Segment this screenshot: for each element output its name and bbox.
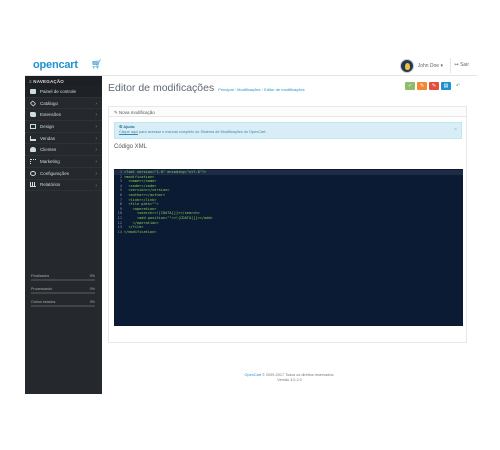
sidebar-item-settings[interactable]: Configurações ›: [25, 168, 102, 180]
footer-copyright: © 2009-2017 Todos os direitos reservados…: [261, 373, 335, 377]
footer-brand-link[interactable]: OpenCart: [245, 373, 261, 377]
nav-heading: ≡ NAVEGAÇÃO: [25, 76, 102, 86]
share-icon: [30, 158, 36, 164]
top-bar: opencart 🛒︎ John Doe ▾ ↦ Sair: [25, 55, 477, 76]
order-stats: Finalizados 0% Processando 0% Outros estad…: [31, 274, 95, 313]
alert-title: ⚙ Ajuda:: [119, 125, 136, 129]
sidebar-item-customers[interactable]: Clientes ›: [25, 144, 102, 157]
sidebar-item-label: Relatórios: [40, 182, 61, 188]
sidebar-item-label: Clientes: [40, 147, 57, 153]
reply-icon: ↶: [455, 83, 461, 89]
sidebar: ≡ NAVEGAÇÃO Painel de controle Catálogo …: [25, 76, 102, 394]
alert-text: para acessar o manual completo do Sistem…: [138, 130, 267, 134]
sidebar-item-sales[interactable]: Vendas ›: [25, 133, 102, 145]
sidebar-item-dashboard[interactable]: Painel de controle: [25, 86, 102, 98]
footer-version: Versão 3.0.2.0: [277, 378, 302, 382]
avatar: [399, 58, 414, 73]
info-button[interactable]: ▤: [441, 82, 451, 90]
sidebar-item-label: Marketing: [40, 158, 60, 164]
xml-code-editor[interactable]: 1 <?xml version="1.0" encoding="utf-8"?> 2…: [114, 169, 463, 326]
sidebar-item-label: Painel de controle: [40, 88, 77, 94]
breadcrumb-home[interactable]: Principal: [218, 87, 233, 92]
dashboard-icon: [30, 88, 36, 94]
pencil-icon: ✎: [419, 83, 425, 89]
chevron-right-icon: ›: [95, 159, 97, 166]
logout-link[interactable]: ↦ Sair: [455, 62, 469, 68]
gear-icon: [30, 170, 36, 176]
panel-heading: ✎ Nova modificação: [109, 107, 466, 117]
sidebar-item-label: Vendas: [40, 135, 56, 141]
progress-bar: [31, 279, 95, 281]
user-menu[interactable]: John Doe ▾: [399, 58, 443, 73]
monitor-icon: [30, 123, 36, 129]
breadcrumb-current[interactable]: Editor de modificações: [264, 87, 304, 92]
main-content: Editor de modificações Principal › Modif…: [102, 76, 477, 394]
progress-bar: [31, 305, 95, 307]
stat-processing: Processando 0%: [31, 287, 95, 294]
chevron-right-icon: ›: [95, 112, 97, 119]
puzzle-icon: [30, 112, 36, 118]
stat-label: Finalizados: [31, 274, 50, 278]
breadcrumb: Principal › Modificações › Editor de mod…: [218, 87, 304, 92]
opencart-logo[interactable]: opencart: [33, 59, 78, 71]
page-title: Editor de modificações: [108, 82, 215, 94]
app-window: opencart 🛒︎ John Doe ▾ ↦ Sair ≡ NAVEGAÇÃ…: [25, 55, 477, 394]
breadcrumb-separator: ›: [234, 87, 237, 92]
sidebar-item-label: Catálogo: [40, 100, 59, 106]
progress-bar: [31, 292, 95, 294]
stat-label: Processando: [31, 287, 52, 291]
sidebar-item-label: Configurações: [40, 170, 70, 176]
breadcrumb-separator: ›: [261, 87, 263, 92]
tag-icon: [29, 99, 37, 107]
action-toolbar: ✓ ✎ ✎ ▤ ↶: [405, 82, 463, 90]
page-header: Editor de modificações Principal › Modif…: [108, 82, 305, 94]
save-button[interactable]: ✓: [405, 82, 415, 90]
edit-button[interactable]: ✎: [417, 82, 427, 90]
eraser-icon: ✎: [431, 83, 437, 89]
sidebar-item-reports[interactable]: Relatórios ›: [25, 180, 102, 192]
section-title: Código XML: [114, 144, 148, 150]
stat-value: 0%: [89, 287, 95, 291]
bar-chart-icon: [30, 182, 36, 188]
cart-logo-icon: 🛒︎: [91, 59, 103, 69]
chevron-right-icon: ›: [95, 182, 97, 189]
user-name: John Doe ▾: [417, 62, 443, 69]
divider: [450, 58, 451, 73]
chevron-right-icon: ›: [95, 147, 97, 154]
close-icon[interactable]: ×: [454, 128, 457, 133]
delete-button[interactable]: ✎: [429, 82, 439, 90]
sidebar-item-marketing[interactable]: Marketing ›: [25, 156, 102, 168]
line-number: 14: [117, 229, 122, 234]
check-icon: ✓: [407, 83, 413, 89]
sidebar-item-design[interactable]: Design ›: [25, 121, 102, 133]
help-link[interactable]: Clique aqui: [119, 130, 138, 134]
chevron-right-icon: ›: [95, 170, 97, 177]
stat-completed: Finalizados 0%: [31, 274, 95, 281]
sidebar-item-extensions[interactable]: Extensões ›: [25, 109, 102, 122]
sidebar-item-label: Design: [40, 123, 55, 129]
stat-value: 0%: [89, 274, 95, 278]
code-text: </modification>: [124, 229, 157, 234]
cart-icon: [30, 135, 36, 141]
chevron-right-icon: ›: [95, 124, 97, 131]
modification-panel: ✎ Nova modificação ⚙ Ajuda: Clique aqui …: [108, 106, 467, 343]
back-button[interactable]: ↶: [453, 82, 463, 90]
stat-value: 0%: [89, 300, 95, 304]
stat-label: Outros estados: [31, 300, 56, 304]
code-line[interactable]: 14 </modification>: [114, 230, 463, 235]
breadcrumb-modifications[interactable]: Modificações: [237, 87, 260, 92]
user-icon: [30, 147, 36, 153]
stat-other: Outros estados 0%: [31, 300, 95, 307]
chevron-right-icon: ›: [95, 100, 97, 107]
sidebar-item-label: Extensões: [40, 112, 62, 118]
chevron-right-icon: ›: [95, 135, 97, 142]
document-icon: ▤: [443, 83, 449, 89]
help-alert: ⚙ Ajuda: Clique aqui para acessar o manu…: [114, 122, 462, 139]
footer: OpenCart © 2009-2017 Todos os direitos r…: [102, 373, 477, 383]
sidebar-item-catalog[interactable]: Catálogo ›: [25, 98, 102, 110]
